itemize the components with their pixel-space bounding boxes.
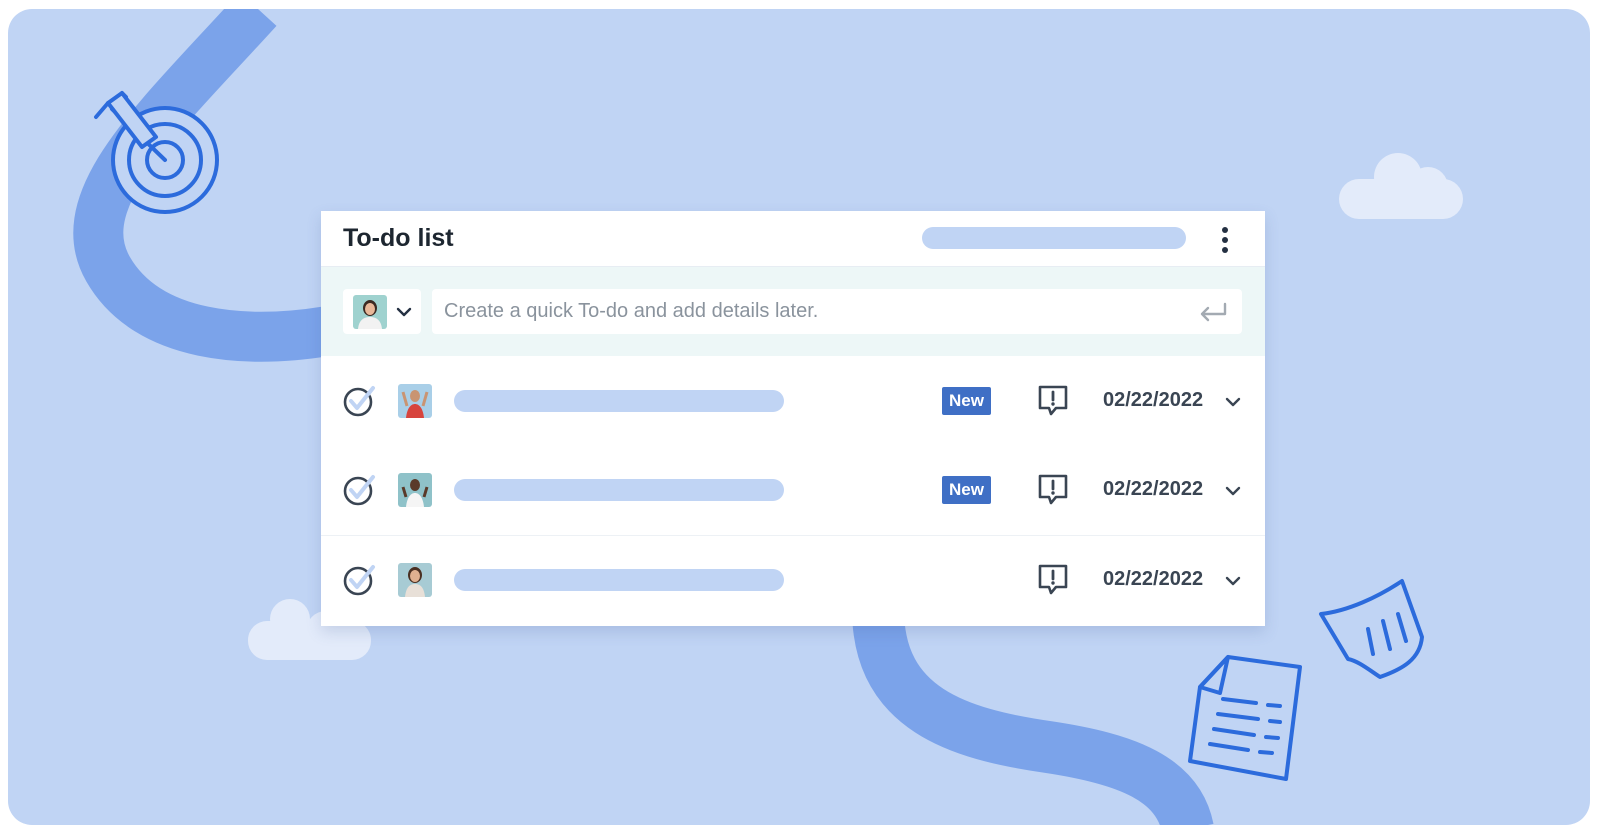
document-icon (1319, 579, 1424, 679)
comment-alert-icon[interactable] (1037, 384, 1069, 418)
chevron-down-icon (396, 307, 412, 317)
status-badge: New (942, 387, 991, 415)
task-row[interactable]: New 02/22/2022 (321, 445, 1265, 534)
avatar (353, 295, 387, 329)
assignee-selector[interactable] (343, 289, 421, 334)
chevron-down-icon[interactable] (1224, 483, 1242, 501)
card-header: To-do list (321, 211, 1265, 267)
avatar (398, 384, 432, 418)
check-circle-icon[interactable] (343, 384, 377, 418)
task-title-placeholder (454, 390, 784, 412)
due-date[interactable]: 02/22/2022 (1103, 568, 1203, 591)
enter-icon[interactable] (1198, 301, 1228, 323)
due-date[interactable]: 02/22/2022 (1103, 478, 1203, 501)
quick-add-bar (321, 267, 1265, 356)
card-title: To-do list (343, 224, 454, 252)
task-row[interactable]: New 02/22/2022 (321, 356, 1265, 445)
chevron-down-icon[interactable] (1224, 573, 1242, 591)
task-row[interactable]: 02/22/2022 (321, 535, 1265, 624)
winding-path-bottom (852, 608, 1214, 825)
due-date[interactable]: 02/22/2022 (1103, 389, 1203, 412)
avatar (398, 563, 432, 597)
check-circle-icon[interactable] (343, 473, 377, 507)
avatar (398, 473, 432, 507)
cloud-icon (1339, 153, 1463, 219)
kebab-menu-icon[interactable] (1216, 227, 1234, 253)
task-title-placeholder (454, 569, 784, 591)
quick-todo-input[interactable] (432, 289, 1242, 334)
chevron-down-icon[interactable] (1224, 394, 1242, 412)
illustration-background: To-do list Create a quick To-do and add … (8, 9, 1590, 825)
comment-alert-icon[interactable] (1037, 563, 1069, 597)
status-badge: New (942, 476, 991, 504)
document-icon (1188, 655, 1302, 781)
task-title-placeholder (454, 479, 784, 501)
todo-card: To-do list Create a quick To-do and add … (321, 211, 1265, 626)
header-placeholder-bar (922, 227, 1186, 249)
check-circle-icon[interactable] (343, 563, 377, 597)
comment-alert-icon[interactable] (1037, 473, 1069, 507)
